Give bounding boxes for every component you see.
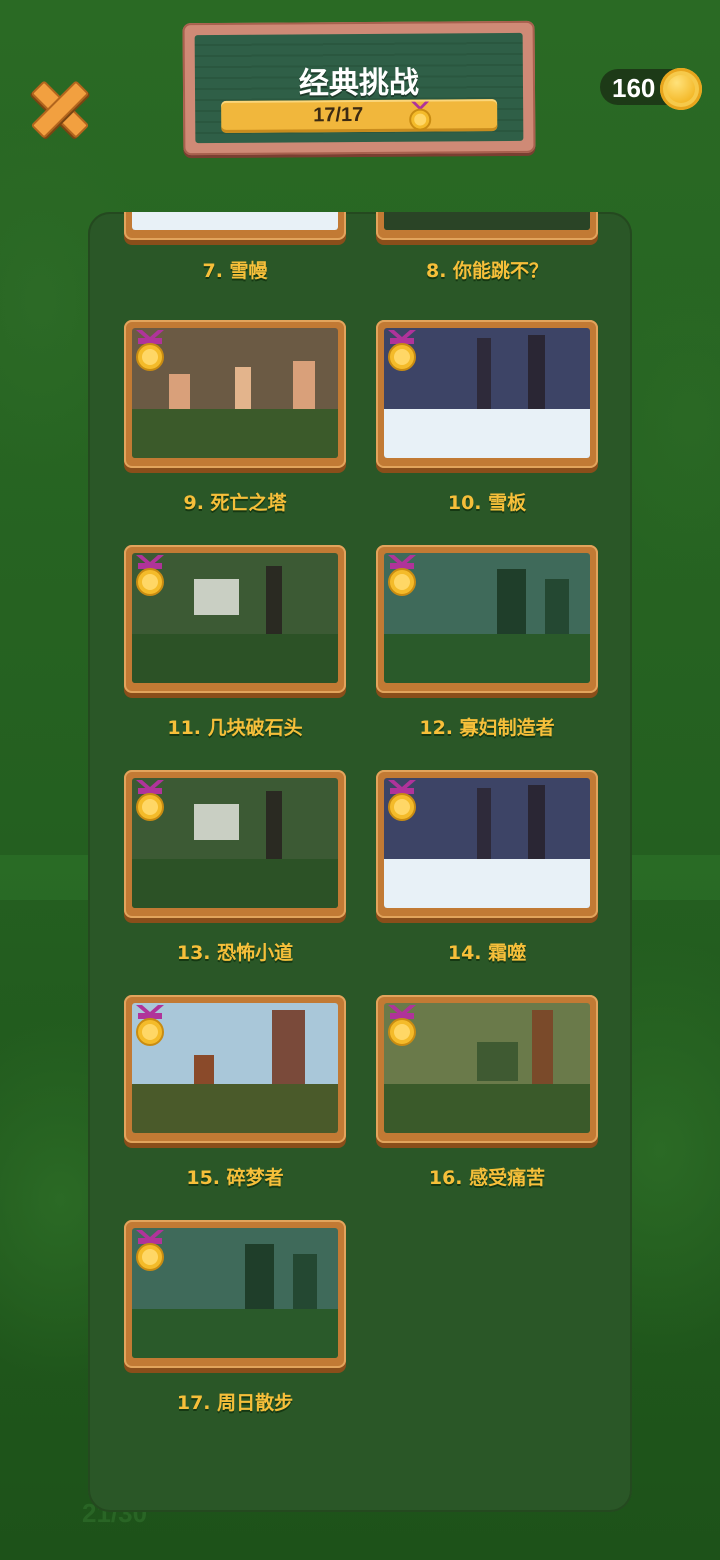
level-label: 14. 霜噬: [447, 942, 527, 964]
page-title: 经典挑战: [298, 65, 420, 102]
preview-object: [528, 784, 545, 863]
medal-icon: [136, 555, 164, 596]
close-button[interactable]: [24, 74, 90, 140]
level-thumbnail[interactable]: [376, 320, 598, 468]
medal-icon: [388, 1005, 416, 1046]
level-thumbnail[interactable]: [376, 770, 598, 918]
title-board: 经典挑战 17/17: [182, 20, 536, 156]
level-thumbnail[interactable]: [376, 545, 598, 693]
preview-ground: [132, 858, 338, 908]
preview-ground: [132, 1083, 338, 1133]
level-thumbnail[interactable]: [124, 212, 346, 240]
level-thumbnail[interactable]: [124, 320, 346, 468]
level-label: 7. 雪幔: [202, 260, 268, 282]
medal-icon: [409, 101, 432, 131]
level-preview-image: [384, 212, 590, 230]
preview-ground: [384, 633, 590, 683]
preview-object: [528, 334, 545, 413]
medal-icon: [136, 1230, 164, 1271]
level-label: 8. 你能跳不？: [425, 260, 549, 282]
preview-ground: [132, 212, 338, 230]
progress-text: 17/17: [313, 103, 364, 127]
preview-ground: [132, 408, 338, 458]
level-label: 10. 雪板: [447, 492, 527, 514]
medal-icon: [388, 780, 416, 821]
medal-icon: [388, 555, 416, 596]
level-label: 9. 死亡之塔: [183, 492, 287, 514]
preview-object: [193, 579, 240, 616]
medal-icon: [388, 330, 416, 371]
preview-ground: [384, 212, 590, 230]
preview-ground: [132, 633, 338, 683]
level-label: 17. 周日散步: [176, 1392, 294, 1414]
level-thumbnail[interactable]: [376, 995, 598, 1143]
level-list-panel[interactable]: 7. 雪幔 8. 你能跳不？ 9. 死亡之塔 10. 雪板 11. 几块破石头 12. 寡…: [88, 212, 632, 1512]
preview-ground: [132, 1308, 338, 1358]
medal-icon: [136, 330, 164, 371]
coin-icon: [660, 68, 702, 110]
medal-icon: [136, 780, 164, 821]
preview-object: [476, 788, 492, 860]
level-label: 12. 寡妇制造者: [419, 717, 555, 739]
preview-object: [476, 1042, 518, 1081]
preview-ground: [384, 1083, 590, 1133]
level-thumbnail[interactable]: [124, 770, 346, 918]
preview-object: [193, 804, 240, 841]
preview-ground: [384, 858, 590, 908]
level-thumbnail[interactable]: [124, 995, 346, 1143]
progress-bar: 17/17: [221, 99, 498, 133]
level-preview-image: [132, 212, 338, 230]
level-label: 15. 碎梦者: [186, 1167, 284, 1189]
level-label: 16. 感受痛苦: [428, 1167, 546, 1189]
level-label: 11. 几块破石头: [167, 717, 303, 739]
level-thumbnail[interactable]: [376, 212, 598, 240]
preview-object: [476, 338, 492, 410]
level-thumbnail[interactable]: [124, 1220, 346, 1368]
level-label: 13. 恐怖小道: [176, 942, 294, 964]
medal-icon: [136, 1005, 164, 1046]
preview-ground: [384, 408, 590, 458]
coin-count: 160: [612, 73, 656, 103]
level-thumbnail[interactable]: [124, 545, 346, 693]
